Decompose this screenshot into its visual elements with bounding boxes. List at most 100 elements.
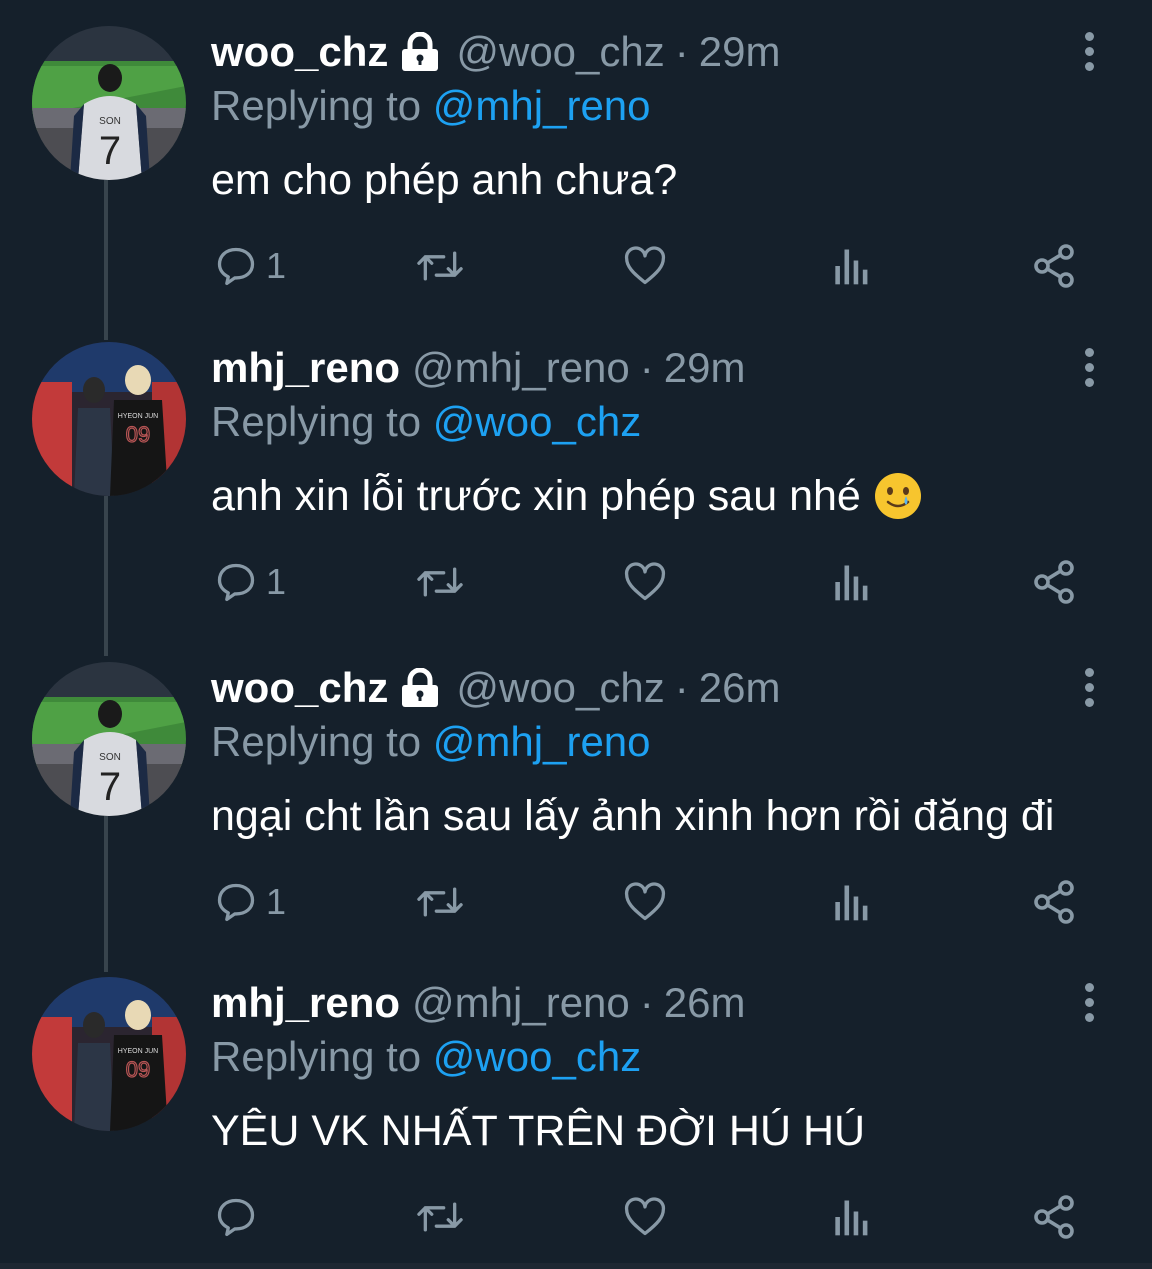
display-name[interactable]: woo_chz <box>211 662 388 714</box>
reply-icon <box>217 563 255 602</box>
reply-icon <box>217 247 255 286</box>
like-button[interactable] <box>622 238 668 294</box>
jersey-avatar-image: HYEON JUN 09 <box>32 342 186 496</box>
reply-button[interactable]: 1 <box>214 238 286 294</box>
more-vertical-icon[interactable] <box>1074 662 1104 712</box>
tweet-text: anh xin lỗi trước xin phép sau nhé <box>211 466 923 526</box>
analytics-button[interactable] <box>830 238 870 294</box>
svg-text:SON: SON <box>99 116 121 127</box>
tweet-text: em cho phép anh chưa? <box>211 150 677 210</box>
replying-prefix: Replying to <box>211 1033 422 1080</box>
tweet-actions: 1 <box>0 238 1152 294</box>
share-button[interactable] <box>1030 874 1078 930</box>
tweet-actions <box>0 1189 1152 1245</box>
avatar[interactable]: SON 7 <box>32 662 186 816</box>
heart-icon <box>624 562 666 601</box>
tweet-text: ngại cht lần sau lấy ảnh xinh hơn rồi đă… <box>211 786 1054 846</box>
share-button[interactable] <box>1030 1189 1078 1245</box>
handle[interactable]: @woo_chz <box>456 26 664 78</box>
mention-link[interactable]: @mhj_reno <box>433 82 651 129</box>
reply-count: 1 <box>266 881 287 922</box>
more-vertical-icon[interactable] <box>1074 977 1104 1027</box>
more-vertical-icon[interactable] <box>1074 342 1104 392</box>
retweet-icon <box>417 1202 463 1232</box>
retweet-button[interactable] <box>414 554 466 610</box>
avatar[interactable]: HYEON JUN 09 <box>32 977 186 1131</box>
display-name[interactable]: woo_chz <box>211 26 388 78</box>
tweet[interactable]: SON 7 woo_chz @woo_chz · 29m Replying to… <box>0 0 1152 316</box>
svg-text:HYEON JUN: HYEON JUN <box>118 1048 158 1055</box>
tweet-header: woo_chz @woo_chz · 26m <box>211 662 780 714</box>
timestamp[interactable]: 26m <box>664 977 746 1029</box>
like-button[interactable] <box>622 554 668 610</box>
avatar[interactable]: SON 7 <box>32 26 186 180</box>
svg-text:09: 09 <box>126 1057 150 1082</box>
mention-link[interactable]: @woo_chz <box>433 1033 641 1080</box>
svg-text:09: 09 <box>126 422 150 447</box>
lock-icon <box>398 32 442 72</box>
more-vertical-icon[interactable] <box>1074 26 1104 76</box>
reply-button[interactable] <box>214 1189 258 1245</box>
reply-count: 1 <box>266 561 287 602</box>
retweet-button[interactable] <box>414 238 466 294</box>
replying-to: Replying to @mhj_reno <box>211 80 651 132</box>
replying-to: Replying to @mhj_reno <box>211 716 651 768</box>
svg-text:7: 7 <box>99 129 121 173</box>
like-button[interactable] <box>622 874 668 930</box>
analytics-button[interactable] <box>830 1189 870 1245</box>
mention-link[interactable]: @woo_chz <box>433 398 641 445</box>
analytics-icon <box>835 249 868 285</box>
reply-count: 1 <box>266 245 287 286</box>
share-icon <box>1034 244 1074 288</box>
reply-icon <box>217 1198 255 1237</box>
replying-to: Replying to @woo_chz <box>211 1031 641 1083</box>
analytics-icon <box>835 1200 868 1236</box>
share-icon <box>1034 1195 1074 1239</box>
heart-icon <box>624 1197 666 1236</box>
tweet[interactable]: HYEON JUN 09 mhj_reno @mhj_reno · 26m Re… <box>0 951 1152 1267</box>
share-icon <box>1034 880 1074 924</box>
timestamp[interactable]: 29m <box>699 26 781 78</box>
mention-link[interactable]: @mhj_reno <box>433 718 651 765</box>
analytics-button[interactable] <box>830 554 870 610</box>
handle[interactable]: @mhj_reno <box>412 342 630 394</box>
like-button[interactable] <box>622 1189 668 1245</box>
tweet[interactable]: SON 7 woo_chz @woo_chz · 26m Replying to… <box>0 636 1152 952</box>
svg-text:7: 7 <box>99 765 121 809</box>
timestamp[interactable]: 29m <box>664 342 746 394</box>
tweet-header: mhj_reno @mhj_reno · 26m <box>211 977 745 1029</box>
tweet-text: YÊU VK NHẤT TRÊN ĐỜI HÚ HÚ <box>211 1101 865 1161</box>
analytics-icon <box>835 565 868 601</box>
tweet[interactable]: HYEON JUN 09 mhj_reno @mhj_reno · 29m Re… <box>0 316 1152 632</box>
share-button[interactable] <box>1030 554 1078 610</box>
retweet-icon <box>417 251 463 281</box>
replying-prefix: Replying to <box>211 718 422 765</box>
separator: · <box>674 664 689 711</box>
stadium-avatar-image: SON 7 <box>32 26 186 180</box>
separator: · <box>639 979 654 1026</box>
display-name[interactable]: mhj_reno <box>211 342 400 394</box>
share-button[interactable] <box>1030 238 1078 294</box>
tweet-text-content: em cho phép anh chưa? <box>211 156 678 204</box>
bottom-divider <box>0 1263 1152 1269</box>
handle[interactable]: @mhj_reno <box>412 977 630 1029</box>
handle[interactable]: @woo_chz <box>456 662 664 714</box>
reply-button[interactable]: 1 <box>214 554 286 610</box>
avatar[interactable]: HYEON JUN 09 <box>32 342 186 496</box>
replying-to: Replying to @woo_chz <box>211 396 641 448</box>
replying-prefix: Replying to <box>211 398 422 445</box>
retweet-button[interactable] <box>414 874 466 930</box>
tweet-text-content: YÊU VK NHẤT TRÊN ĐỜI HÚ HÚ <box>211 1107 866 1155</box>
tweet-text-content: ngại cht lần sau lấy ảnh xinh hơn rồi đă… <box>211 792 1055 840</box>
tweet-header: woo_chz @woo_chz · 29m <box>211 26 780 78</box>
lock-icon <box>398 668 442 708</box>
tweet-actions: 1 <box>0 874 1152 930</box>
heart-icon <box>624 246 666 285</box>
timestamp[interactable]: 26m <box>699 662 781 714</box>
display-name[interactable]: mhj_reno <box>211 977 400 1029</box>
analytics-button[interactable] <box>830 874 870 930</box>
reply-button[interactable]: 1 <box>214 874 286 930</box>
reply-icon <box>217 883 255 922</box>
retweet-button[interactable] <box>414 1189 466 1245</box>
share-icon <box>1034 560 1074 604</box>
